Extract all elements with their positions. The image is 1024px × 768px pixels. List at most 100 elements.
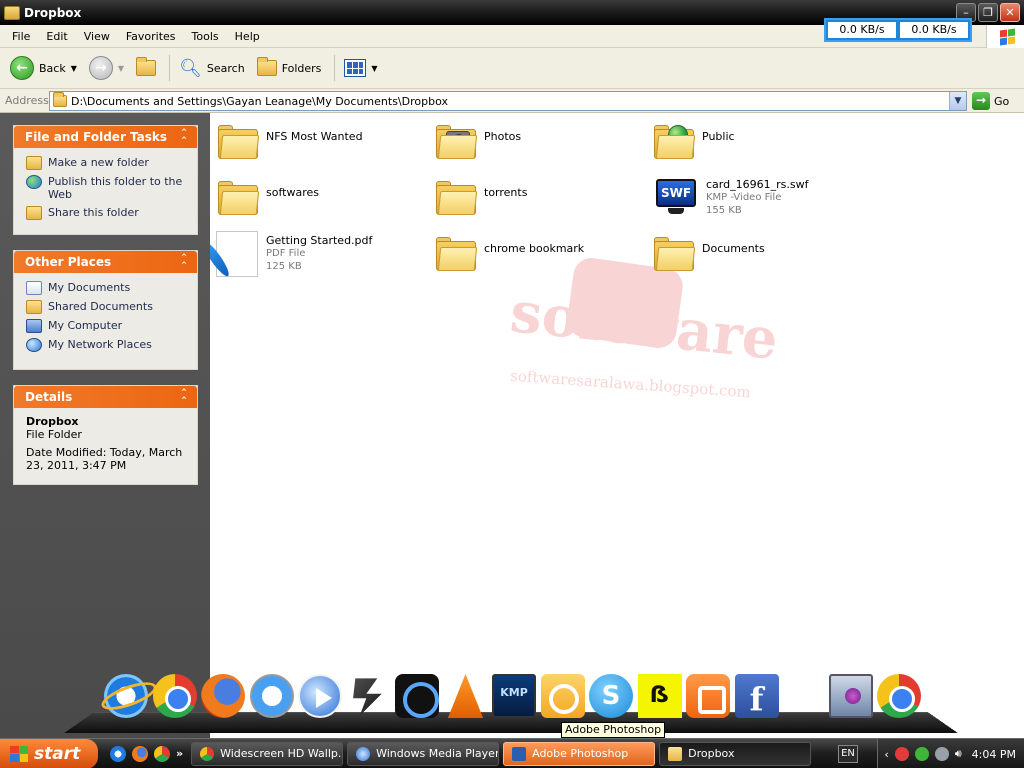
task-label: Make a new folder bbox=[48, 156, 149, 169]
quick-launch-more-icon[interactable]: » bbox=[176, 747, 183, 760]
tray-expand-icon[interactable]: ‹ bbox=[884, 748, 888, 761]
clock[interactable]: 4:04 PM bbox=[972, 748, 1016, 761]
forward-arrow-icon: → bbox=[88, 56, 113, 80]
file-item-torrents[interactable]: torrents bbox=[436, 177, 527, 215]
address-field-container: ▼ bbox=[49, 91, 967, 111]
chevron-down-icon: ▼ bbox=[371, 63, 378, 73]
file-size: 155 KB bbox=[706, 205, 742, 216]
restore-button[interactable]: ❐ bbox=[978, 3, 998, 22]
share-folder-link[interactable]: Share this folder bbox=[14, 203, 197, 222]
internet-explorer-icon[interactable] bbox=[104, 674, 148, 718]
language-indicator[interactable]: EN bbox=[838, 745, 858, 763]
firefox-icon[interactable] bbox=[201, 674, 245, 718]
file-item-photos[interactable]: Photos bbox=[436, 121, 521, 159]
taskbar: start » Widescreen HD Wallp... Windows M… bbox=[0, 738, 1024, 768]
address-label: Address bbox=[5, 94, 49, 107]
panel-header[interactable]: File and Folder Tasks ⌃ ⌃ bbox=[14, 126, 197, 148]
toolbar-separator bbox=[169, 55, 171, 81]
menu-view[interactable]: View bbox=[76, 30, 118, 43]
menu-edit[interactable]: Edit bbox=[38, 30, 75, 43]
kmp-icon[interactable]: KMP bbox=[492, 674, 536, 718]
shared-documents-link[interactable]: Shared Documents bbox=[14, 297, 197, 316]
views-button[interactable]: ▼ bbox=[340, 56, 381, 80]
menu-tools[interactable]: Tools bbox=[184, 30, 227, 43]
file-name: torrents bbox=[484, 186, 528, 199]
network-icon[interactable] bbox=[934, 747, 949, 761]
utorrent-icon[interactable] bbox=[914, 747, 929, 761]
my-network-places-link[interactable]: My Network Places bbox=[14, 335, 197, 354]
menu-file[interactable]: File bbox=[4, 30, 38, 43]
my-computer-link[interactable]: My Computer bbox=[14, 316, 197, 335]
zune-icon[interactable] bbox=[395, 674, 439, 718]
skype-icon[interactable]: S bbox=[589, 674, 633, 718]
windows-media-player-icon[interactable] bbox=[298, 674, 342, 718]
up-folder-button[interactable] bbox=[132, 57, 160, 79]
file-item-documents[interactable]: Documents bbox=[654, 233, 765, 271]
panel-header[interactable]: Details ⌃ ⌃ bbox=[14, 386, 197, 408]
facebook-icon[interactable]: f bbox=[734, 674, 779, 718]
publish-folder-link[interactable]: Publish this folder to the Web bbox=[14, 172, 197, 203]
volume-icon[interactable]: 🔊︎ bbox=[955, 747, 962, 761]
menu-favorites[interactable]: Favorites bbox=[118, 30, 184, 43]
file-item-getting-started-pdf[interactable]: Getting Started.pdf PDF File 125 KB bbox=[210, 231, 372, 279]
close-button[interactable]: ✕ bbox=[1000, 3, 1020, 22]
place-label: Shared Documents bbox=[48, 300, 153, 313]
other-places-panel: Other Places ⌃ ⌃ My Documents Shared Docu… bbox=[13, 250, 198, 370]
taskbar-item-windows-media-player[interactable]: Windows Media Player bbox=[347, 741, 500, 766]
outlook-icon[interactable] bbox=[540, 674, 585, 718]
taskbar-item-adobe-photoshop[interactable]: Adobe Photoshop bbox=[503, 741, 656, 766]
winamp-icon[interactable] bbox=[353, 678, 382, 716]
search-label: Search bbox=[206, 61, 245, 75]
public-folder-icon bbox=[654, 125, 696, 159]
make-new-folder-link[interactable]: Make a new folder bbox=[14, 153, 197, 172]
address-input[interactable] bbox=[67, 94, 937, 108]
media-center-icon[interactable] bbox=[828, 674, 873, 718]
file-item-nfs-most-wanted[interactable]: NFS Most Wanted bbox=[218, 121, 363, 159]
blogger-icon[interactable] bbox=[686, 674, 730, 718]
folder-icon bbox=[654, 237, 696, 271]
system-tray: ‹ 🔊︎ 4:04 PM bbox=[877, 739, 1024, 768]
search-button[interactable]: 🔍︎ Search bbox=[175, 55, 249, 82]
internet-explorer-icon[interactable] bbox=[110, 745, 126, 762]
chevron-down-icon[interactable]: ▼ bbox=[71, 64, 77, 73]
collapse-chevron-icon[interactable]: ⌃ ⌃ bbox=[179, 389, 189, 406]
network-places-icon bbox=[26, 338, 42, 352]
place-label: My Network Places bbox=[48, 338, 152, 351]
file-item-swf[interactable]: SWF card_16961_rs.swf KMP -Video File 15… bbox=[654, 175, 808, 219]
back-button[interactable]: ← Back ▼ bbox=[6, 53, 81, 83]
tray-app-icon[interactable] bbox=[894, 747, 909, 761]
chrome-icon bbox=[200, 746, 215, 761]
chrome-icon[interactable] bbox=[152, 674, 197, 718]
yellow-app-icon[interactable]: ẞ bbox=[637, 674, 682, 718]
file-item-softwares[interactable]: softwares bbox=[218, 177, 319, 215]
task-label: Adobe Photoshop bbox=[532, 747, 629, 760]
window-title: Dropbox bbox=[24, 5, 82, 20]
taskbar-item-chrome[interactable]: Widescreen HD Wallp... bbox=[191, 741, 344, 766]
menu-help[interactable]: Help bbox=[227, 30, 268, 43]
folders-button[interactable]: Folders bbox=[253, 57, 326, 79]
collapse-chevron-icon[interactable]: ⌃ ⌃ bbox=[179, 254, 189, 271]
file-item-chrome-bookmark[interactable]: chrome bookmark bbox=[436, 233, 584, 271]
firefox-icon[interactable] bbox=[132, 745, 148, 762]
new-folder-icon bbox=[26, 156, 42, 170]
chevron-down-icon[interactable]: ▼ bbox=[118, 64, 124, 73]
my-documents-link[interactable]: My Documents bbox=[14, 278, 197, 297]
collapse-chevron-icon[interactable]: ⌃ ⌃ bbox=[179, 129, 189, 146]
go-button[interactable]: → Go bbox=[972, 92, 1009, 110]
chrome-icon[interactable] bbox=[877, 674, 921, 718]
place-label: My Computer bbox=[48, 319, 123, 332]
chrome-icon[interactable] bbox=[154, 745, 170, 762]
safari-icon[interactable] bbox=[249, 674, 294, 718]
task-pane: File and Folder Tasks ⌃ ⌃ Make a new fold… bbox=[0, 113, 210, 738]
watermark-text: software bbox=[507, 279, 782, 373]
start-button[interactable]: start bbox=[0, 738, 98, 768]
taskbar-item-dropbox[interactable]: Dropbox bbox=[659, 741, 812, 766]
shared-documents-icon bbox=[26, 300, 42, 314]
panel-header[interactable]: Other Places ⌃ ⌃ bbox=[14, 251, 197, 273]
vlc-icon[interactable] bbox=[447, 674, 484, 718]
watermark: software softwaresaralawa.blogspot.com bbox=[507, 255, 890, 423]
folder-icon bbox=[218, 181, 260, 215]
file-item-public[interactable]: Public bbox=[654, 121, 735, 159]
address-dropdown-button[interactable]: ▼ bbox=[949, 92, 966, 110]
forward-button[interactable]: → ▼ bbox=[85, 53, 128, 83]
